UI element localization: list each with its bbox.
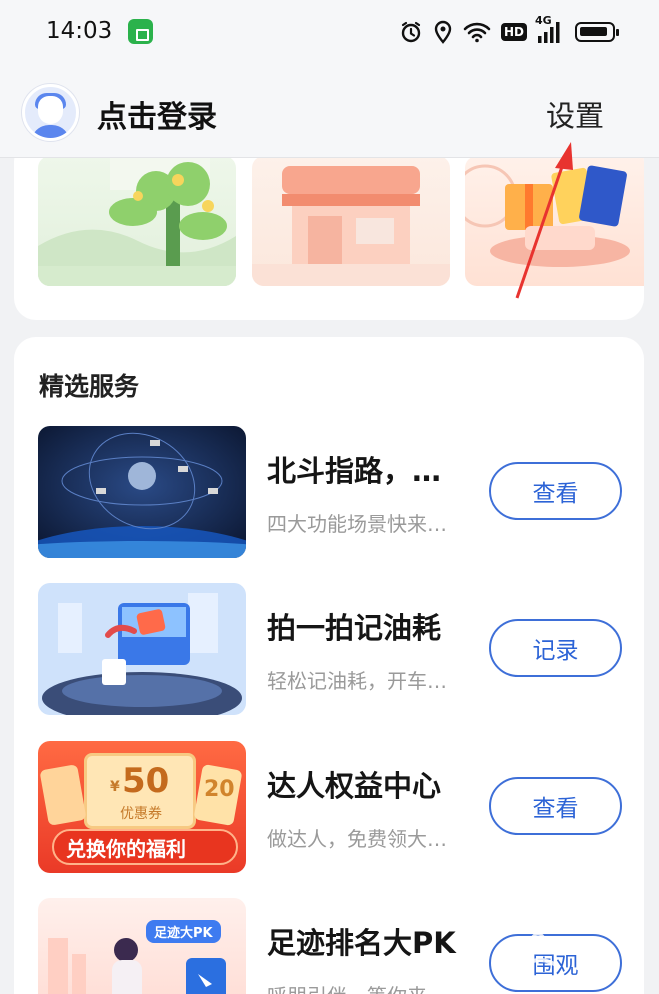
feature-banners — [14, 140, 644, 320]
settings-button[interactable]: 设置 — [546, 93, 604, 135]
status-bar: 14:03 HD 4G — [0, 0, 659, 62]
view-button[interactable]: 查看 — [489, 462, 622, 520]
header: 点击登录 设置 — [0, 62, 659, 158]
login-link[interactable]: 点击登录 — [97, 92, 217, 136]
service-title: 北斗指路，… — [267, 454, 442, 488]
fuel-record-thumbnail — [38, 583, 246, 715]
beidou-thumbnail — [38, 426, 246, 558]
status-time: 14:03 — [46, 18, 113, 44]
service-title: 足迹排名大PK — [267, 926, 456, 960]
coupon-label: 优惠券 — [120, 806, 162, 822]
coupon-value: 50 — [122, 761, 170, 801]
avatar[interactable] — [22, 84, 79, 141]
coupon-currency: ¥ — [110, 779, 120, 795]
app-icon — [128, 19, 153, 44]
tree-illustration — [38, 156, 236, 286]
coupon-banner: 兑换你的福利 — [66, 837, 186, 861]
hd-icon: HD — [500, 23, 527, 41]
battery-icon — [575, 22, 619, 42]
gift-illustration — [465, 164, 630, 267]
wifi-icon — [463, 22, 491, 43]
service-item[interactable]: ¥ 50 优惠券 20 兑换你的福利 达人权益中心 做达人，免费领大… 查看 — [14, 741, 644, 873]
location-icon — [434, 20, 452, 44]
service-desc: 四大功能场景快来… — [267, 512, 447, 536]
pk-badge: 足迹大PK — [146, 920, 221, 943]
footprint-pk-thumbnail: 足迹大PK — [38, 898, 246, 994]
view-button[interactable]: 查看 — [489, 777, 622, 835]
status-icons: HD 4G — [399, 14, 619, 46]
coupon-thumbnail: ¥ 50 优惠券 20 兑换你的福利 — [38, 741, 246, 873]
section-title: 精选服务 — [39, 372, 140, 401]
featured-services: 精选服务 北斗指路，… 四大功能场景快来… 查看 拍一拍记油耗 轻松记油耗，开车… — [14, 337, 644, 994]
gift-banner[interactable] — [465, 156, 644, 286]
service-title: 拍一拍记油耗 — [267, 611, 442, 645]
watermark-logo — [512, 932, 563, 970]
service-item[interactable]: 北斗指路，… 四大功能场景快来… 查看 — [14, 426, 644, 558]
network-label: 4G — [535, 14, 552, 27]
coupon-side: 20 — [204, 777, 235, 802]
alarm-icon — [401, 21, 421, 43]
tree-banner[interactable] — [38, 156, 236, 286]
service-desc: 做达人，免费领大… — [267, 827, 447, 851]
service-item[interactable]: 拍一拍记油耗 轻松记油耗，开车… 记录 — [14, 583, 644, 715]
record-button[interactable]: 记录 — [489, 619, 622, 677]
service-title: 达人权益中心 — [267, 769, 442, 803]
service-desc: 轻松记油耗，开车… — [267, 669, 447, 693]
service-desc: 呼朋引伴，等你来… — [267, 980, 467, 994]
signal-icon: 4G — [535, 14, 565, 44]
store-illustration — [252, 166, 450, 286]
store-banner[interactable] — [252, 156, 450, 286]
